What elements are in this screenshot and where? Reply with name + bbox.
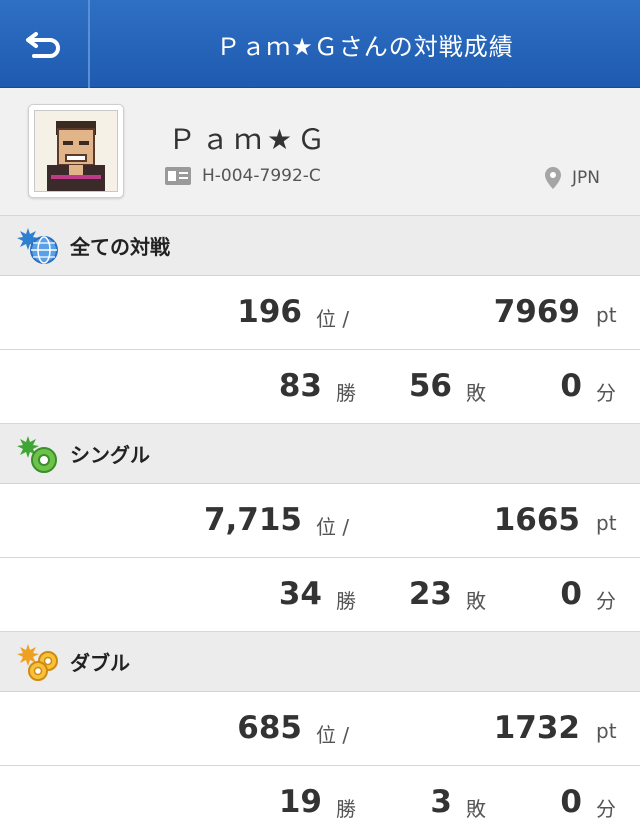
page-title: Ｐａｍ★Ｇさんの対戦成績 xyxy=(216,32,514,61)
rank-row: 7,715 位 / 1665 pt xyxy=(0,484,640,558)
rank-value: 685 xyxy=(237,710,302,746)
player-id: H-004-7992-C xyxy=(202,166,321,186)
draws-unit: 分 xyxy=(596,589,616,613)
draws-unit: 分 xyxy=(596,381,616,405)
draws-value: 0 xyxy=(560,576,582,612)
rank-unit: 位 / xyxy=(316,515,350,539)
wins-unit: 勝 xyxy=(336,797,356,821)
record-row: 83 勝 56 敗 0 分 xyxy=(0,350,640,424)
points-value: 1732 xyxy=(493,710,580,746)
wins-unit: 勝 xyxy=(336,589,356,613)
losses-unit: 敗 xyxy=(466,797,486,821)
record-row: 19 勝 3 敗 0 分 xyxy=(0,766,640,833)
section-title: 全ての対戦 xyxy=(70,235,170,259)
rank-row: 685 位 / 1732 pt xyxy=(0,692,640,766)
player-region: JPN xyxy=(572,168,600,188)
wins-unit: 勝 xyxy=(336,381,356,405)
trainer-avatar-image xyxy=(34,110,118,192)
points-unit: pt xyxy=(596,511,617,535)
globe-icon xyxy=(17,227,58,264)
location-pin-icon xyxy=(545,167,562,189)
double-battle-icon xyxy=(17,643,58,681)
wins-value: 83 xyxy=(278,368,322,404)
points-value: 1665 xyxy=(493,502,580,538)
id-card-icon xyxy=(165,167,191,185)
player-region-row: JPN xyxy=(544,166,600,190)
record-row: 34 勝 23 敗 0 分 xyxy=(0,558,640,632)
section-title: ダブル xyxy=(70,651,130,675)
player-profile: Ｐａｍ★Ｇ H-004-7992-C JPN xyxy=(0,88,640,216)
draws-value: 0 xyxy=(560,368,582,404)
draws-unit: 分 xyxy=(596,797,616,821)
single-battle-icon xyxy=(17,435,57,473)
losses-unit: 敗 xyxy=(466,589,486,613)
points-value: 7969 xyxy=(493,294,580,330)
rank-unit: 位 / xyxy=(316,307,350,331)
rank-unit: 位 / xyxy=(316,723,350,747)
rank-row: 196 位 / 7969 pt xyxy=(0,276,640,350)
app-header: Ｐａｍ★Ｇさんの対戦成績 xyxy=(0,0,640,88)
losses-unit: 敗 xyxy=(466,381,486,405)
avatar xyxy=(28,104,124,198)
wins-value: 19 xyxy=(278,784,322,820)
section-header-all-battles: 全ての対戦 xyxy=(0,216,640,276)
player-id-row: H-004-7992-C xyxy=(164,166,321,186)
player-name: Ｐａｍ★Ｇ xyxy=(168,123,331,156)
rank-value: 196 xyxy=(237,294,302,330)
rank-value: 7,715 xyxy=(203,502,302,538)
points-unit: pt xyxy=(596,303,617,327)
losses-value: 3 xyxy=(430,784,452,820)
wins-value: 34 xyxy=(278,576,322,612)
section-title: シングル xyxy=(70,443,150,467)
losses-value: 23 xyxy=(408,576,452,612)
losses-value: 56 xyxy=(408,368,452,404)
section-header-doubles: ダブル xyxy=(0,632,640,692)
points-unit: pt xyxy=(596,719,617,743)
draws-value: 0 xyxy=(560,784,582,820)
back-arrow-icon xyxy=(26,32,60,58)
section-header-singles: シングル xyxy=(0,424,640,484)
back-button[interactable] xyxy=(0,0,90,88)
